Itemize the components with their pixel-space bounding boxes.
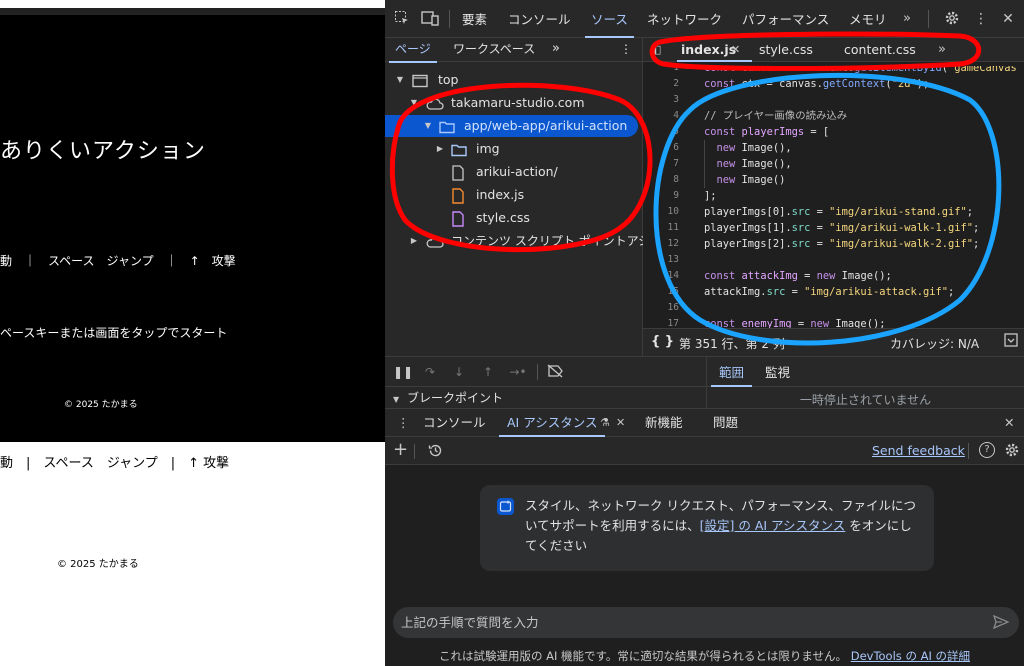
nav-tab-workspace[interactable]: ワークスペース xyxy=(453,38,535,62)
ai-assistance-card: スタイル、ネットワーク リクエスト、パフォーマンス、ファイルについてサポートを利… xyxy=(480,485,934,571)
drawer-panel: ⋮ コンソール AI アシスタンス ⚗ ✕ 新機能 問題 ✕ + Send fe… xyxy=(385,408,1024,666)
ai-prompt-box xyxy=(393,607,1019,638)
cloud-icon xyxy=(426,234,444,248)
tree-item-img[interactable]: ▶ img xyxy=(385,138,643,160)
close-tab-icon[interactable]: ✕ xyxy=(616,409,625,437)
nav-kebab-icon[interactable]: ⋮ xyxy=(620,38,632,62)
tab-console[interactable]: コンソール xyxy=(508,0,571,38)
tree-item-index-js[interactable]: index.js xyxy=(385,184,643,206)
expanded-arrow-icon: ▼ xyxy=(410,98,418,107)
tree-item-top[interactable]: ▼ top xyxy=(385,69,643,91)
tree-item-domain[interactable]: ▼ takamaru-studio.com xyxy=(385,92,643,114)
step-out-icon[interactable]: ↑ xyxy=(480,364,496,380)
page-copyright: © 2025 たかまる xyxy=(57,559,139,570)
devtools-panel: 要素 コンソール ソース ネットワーク パフォーマンス メモリ » ⋮ ✕ ペー… xyxy=(385,0,1024,666)
new-chat-icon[interactable]: + xyxy=(393,439,408,460)
help-icon[interactable]: ? xyxy=(979,442,995,458)
cloud-icon xyxy=(426,96,444,110)
tab-sources[interactable]: ソース xyxy=(585,0,634,38)
expanded-arrow-icon: ▼ xyxy=(424,121,432,130)
expanded-arrow-icon: ▼ xyxy=(393,395,400,404)
cursor-position: 第 351 行、第 2 列 xyxy=(679,337,785,351)
tab-memory[interactable]: メモリ xyxy=(849,0,887,38)
file-icon xyxy=(451,165,467,181)
tab-scope[interactable]: 範囲 xyxy=(710,357,753,387)
devtools-tabbar: 要素 コンソール ソース ネットワーク パフォーマンス メモリ » ⋮ ✕ xyxy=(385,0,1024,38)
game-title: ありくいアクション xyxy=(0,139,206,164)
js-file-icon xyxy=(451,188,467,204)
tab-elements[interactable]: 要素 xyxy=(462,0,487,38)
inspect-element-icon[interactable] xyxy=(393,10,411,28)
drawer-tab-ai-assistance[interactable]: AI アシスタンス xyxy=(498,409,606,437)
editor-tab-content-css[interactable]: content.css xyxy=(844,38,916,62)
tree-item-subfolder[interactable]: arikui-action/ xyxy=(385,161,643,183)
ai-sparkle-icon xyxy=(497,498,514,515)
tree-item-content-scripts[interactable]: ▶ コンテンツ スクリプト ポイントアシ... xyxy=(385,230,662,252)
folder-icon xyxy=(439,119,455,134)
nav-tab-page[interactable]: ページ xyxy=(389,38,437,63)
ai-settings-link[interactable]: [設定] の AI アシスタンス xyxy=(700,518,846,533)
kebab-menu-icon[interactable]: ⋮ xyxy=(972,10,990,28)
more-editor-tabs-icon[interactable]: » xyxy=(938,38,946,62)
device-toolbar-icon[interactable] xyxy=(421,10,439,28)
collapsed-arrow-icon: ▶ xyxy=(410,236,418,245)
breakpoints-section[interactable]: ▼ ブレークポイント xyxy=(393,388,503,408)
step-over-icon[interactable]: ↷ xyxy=(422,364,438,380)
coverage-status[interactable]: カバレッジ: N/A xyxy=(890,335,979,352)
code-content[interactable]: 1 const canvas = document.getElementById(… xyxy=(643,66,1024,328)
tree-item-style-css[interactable]: style.css xyxy=(385,207,643,229)
game-canvas[interactable]: ありくいアクション 動 ｜ スペース ジャンプ ｜ ↑ 攻撃 ペースキーまたは画… xyxy=(0,15,385,442)
game-start-hint: ペースキーまたは画面をタップでスタート xyxy=(0,326,228,340)
css-file-icon xyxy=(451,211,467,227)
deactivate-breakpoints-icon[interactable] xyxy=(547,364,563,380)
web-page: ありくいアクション 動 ｜ スペース ジャンプ ｜ ↑ 攻撃 ペースキーまたは画… xyxy=(0,0,385,666)
pause-icon[interactable]: ❚❚ xyxy=(393,364,413,380)
send-icon[interactable] xyxy=(992,614,1010,632)
expanded-arrow-icon: ▼ xyxy=(396,75,404,84)
close-drawer-icon[interactable]: ✕ xyxy=(1004,409,1014,437)
close-icon[interactable]: ✕ xyxy=(999,10,1017,28)
step-icon[interactable]: →• xyxy=(507,364,529,380)
ai-learn-more-link[interactable]: DevTools の AI の詳細 xyxy=(851,649,970,663)
page-top-bar xyxy=(0,0,385,15)
drawer-kebab-icon[interactable]: ⋮ xyxy=(397,409,410,437)
game-controls-text: 動 ｜ スペース ジャンプ ｜ ↑ 攻撃 xyxy=(0,254,236,268)
gear-icon[interactable] xyxy=(1004,442,1020,461)
step-into-icon[interactable]: ↓ xyxy=(451,364,467,380)
tab-performance[interactable]: パフォーマンス xyxy=(742,0,829,38)
history-icon[interactable] xyxy=(428,443,443,461)
folder-icon xyxy=(451,142,467,157)
tab-network[interactable]: ネットワーク xyxy=(647,0,722,38)
ai-prompt-input[interactable] xyxy=(401,607,981,638)
collapsed-arrow-icon: ▶ xyxy=(436,144,444,153)
toggle-debugger-icon[interactable] xyxy=(1004,333,1018,350)
drawer-tab-console[interactable]: コンソール xyxy=(423,409,486,437)
debugger-panel: ❚❚ ↷ ↓ ↑ →• ▼ ブレークポイント 範囲 監視 一時停止されていません xyxy=(385,356,1024,409)
drawer-tab-whats-new[interactable]: 新機能 xyxy=(645,409,683,437)
pretty-print-icon[interactable]: { } xyxy=(651,334,674,349)
tree-item-folder-selected[interactable]: ▼ app/web-app/arikui-action xyxy=(385,115,638,137)
not-paused-text: 一時停止されていません xyxy=(799,393,932,407)
ai-disclaimer: これは試験運用版の AI 機能です。常に適切な結果が得られるとは限りません。 D… xyxy=(438,649,971,663)
sources-navigator: ページ ワークスペース » ⋮ ▼ top ▼ takamaru-studio.… xyxy=(385,38,662,356)
more-tabs-icon[interactable]: » xyxy=(898,10,916,28)
editor-status-bar: { } 第 351 行、第 2 列 カバレッジ: N/A xyxy=(643,328,1024,356)
toggle-navigator-icon[interactable]: ◧ xyxy=(651,38,661,62)
close-tab-icon[interactable]: ✕ xyxy=(731,38,740,62)
editor-tab-style-css[interactable]: style.css xyxy=(759,38,813,62)
tab-watch[interactable]: 監視 xyxy=(765,357,790,387)
flask-icon: ⚗ xyxy=(600,416,610,429)
code-editor: ◧ index.js ✕ style.css content.css » 1 co… xyxy=(643,38,1024,356)
gear-icon[interactable] xyxy=(943,10,961,28)
frame-icon xyxy=(412,73,428,88)
editor-tab-index-js[interactable]: index.js xyxy=(676,38,753,62)
send-feedback-link[interactable]: Send feedback xyxy=(872,443,965,458)
drawer-tab-issues[interactable]: 問題 xyxy=(713,409,738,437)
page-controls-text: 動 | スペース ジャンプ | ↑ 攻撃 xyxy=(0,456,230,471)
more-nav-tabs-icon[interactable]: » xyxy=(552,38,560,62)
game-copyright: © 2025 たかまる xyxy=(64,400,138,410)
